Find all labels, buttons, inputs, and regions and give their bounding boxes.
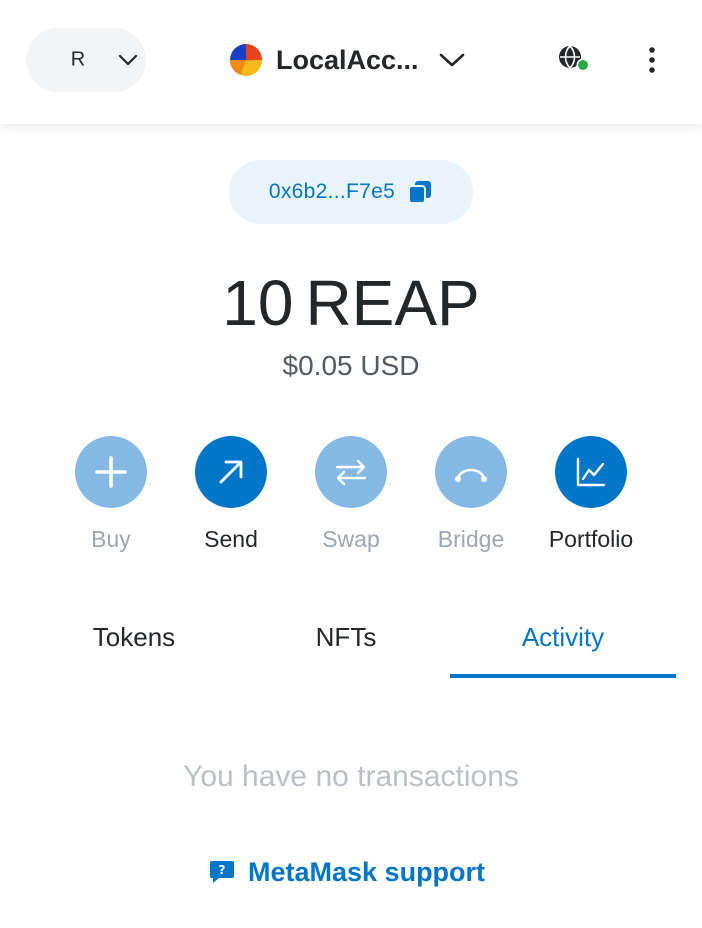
copy-icon [408, 181, 432, 204]
swap-label: Swap [322, 526, 380, 552]
account-name: LocalAcc... [276, 44, 419, 75]
support-chat-icon: ? [210, 861, 234, 883]
bridge-icon [455, 468, 487, 482]
connected-site-globe-icon[interactable] [556, 44, 592, 74]
account-address: 0x6b2...F7e5 [268, 180, 396, 203]
buy-button-circle [75, 436, 147, 508]
network-avatar-letter: R [70, 48, 86, 71]
network-picker-button[interactable]: R [26, 28, 146, 92]
chevron-down-icon [118, 54, 138, 66]
bridge-label: Bridge [437, 526, 505, 552]
swap-button-circle [315, 436, 387, 508]
swap-arrows-icon [335, 459, 367, 486]
bridge-button[interactable]: Bridge [411, 436, 531, 566]
send-button[interactable]: Send [171, 436, 291, 566]
account-avatar [230, 44, 262, 76]
balance-unit: REAP [305, 267, 480, 339]
portfolio-button[interactable]: Portfolio [531, 436, 651, 566]
swap-button[interactable]: Swap [291, 436, 411, 566]
metamask-support-link[interactable]: ? MetaMask support [208, 852, 485, 892]
balance-amount: 10 [222, 267, 294, 339]
tab-nfts[interactable]: NFTs [238, 608, 454, 678]
token-balance: 10 REAP [0, 266, 702, 340]
chart-icon [576, 457, 606, 487]
portfolio-button-circle [555, 436, 627, 508]
account-picker-button[interactable]: LocalAcc... [226, 34, 476, 86]
send-label: Send [204, 526, 258, 552]
tab-tokens[interactable]: Tokens [26, 608, 242, 678]
plus-icon [95, 456, 127, 488]
svg-text:?: ? [219, 863, 226, 877]
wallet-actions: Buy Send Swap Bridge Portfolio [0, 436, 702, 566]
tab-activity[interactable]: Activity [450, 608, 676, 678]
activity-empty-message: You have no transactions [183, 760, 519, 793]
support-link-label: MetaMask support [248, 856, 486, 887]
buy-label: Buy [91, 526, 131, 552]
chevron-down-icon [439, 53, 464, 67]
app-header: R LocalAcc... [0, 0, 702, 124]
fiat-balance: $0.05 USD [282, 350, 420, 381]
buy-button[interactable]: Buy [51, 436, 171, 566]
bridge-button-circle [435, 436, 507, 508]
wallet-tabs: Tokens NFTs Activity [26, 608, 676, 678]
kebab-menu-icon[interactable] [640, 44, 664, 76]
send-button-circle [195, 436, 267, 508]
arrow-up-right-icon [219, 460, 243, 484]
portfolio-label: Portfolio [548, 526, 634, 552]
account-address-copy-button[interactable]: 0x6b2...F7e5 [229, 160, 473, 224]
